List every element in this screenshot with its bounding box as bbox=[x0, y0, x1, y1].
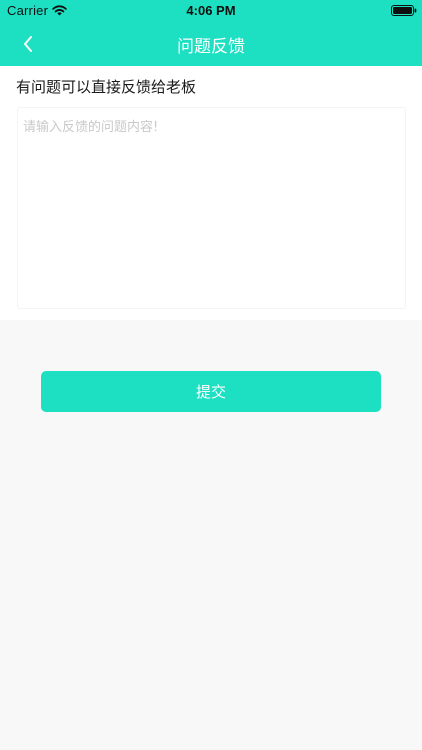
header: Carrier 4:06 PM 问题反馈 bbox=[0, 0, 422, 66]
feedback-panel: 有问题可以直接反馈给老板 bbox=[0, 66, 422, 320]
navigation-bar: 问题反馈 bbox=[0, 22, 422, 66]
page-title: 问题反馈 bbox=[177, 37, 245, 57]
battery-icon bbox=[391, 5, 417, 16]
submit-button[interactable]: 提交 bbox=[41, 371, 381, 412]
feedback-textarea[interactable] bbox=[17, 107, 406, 309]
status-time: 4:06 PM bbox=[186, 3, 236, 18]
status-bar: Carrier 4:06 PM bbox=[0, 0, 422, 22]
feedback-prompt: 有问题可以直接反馈给老板 bbox=[16, 78, 197, 96]
